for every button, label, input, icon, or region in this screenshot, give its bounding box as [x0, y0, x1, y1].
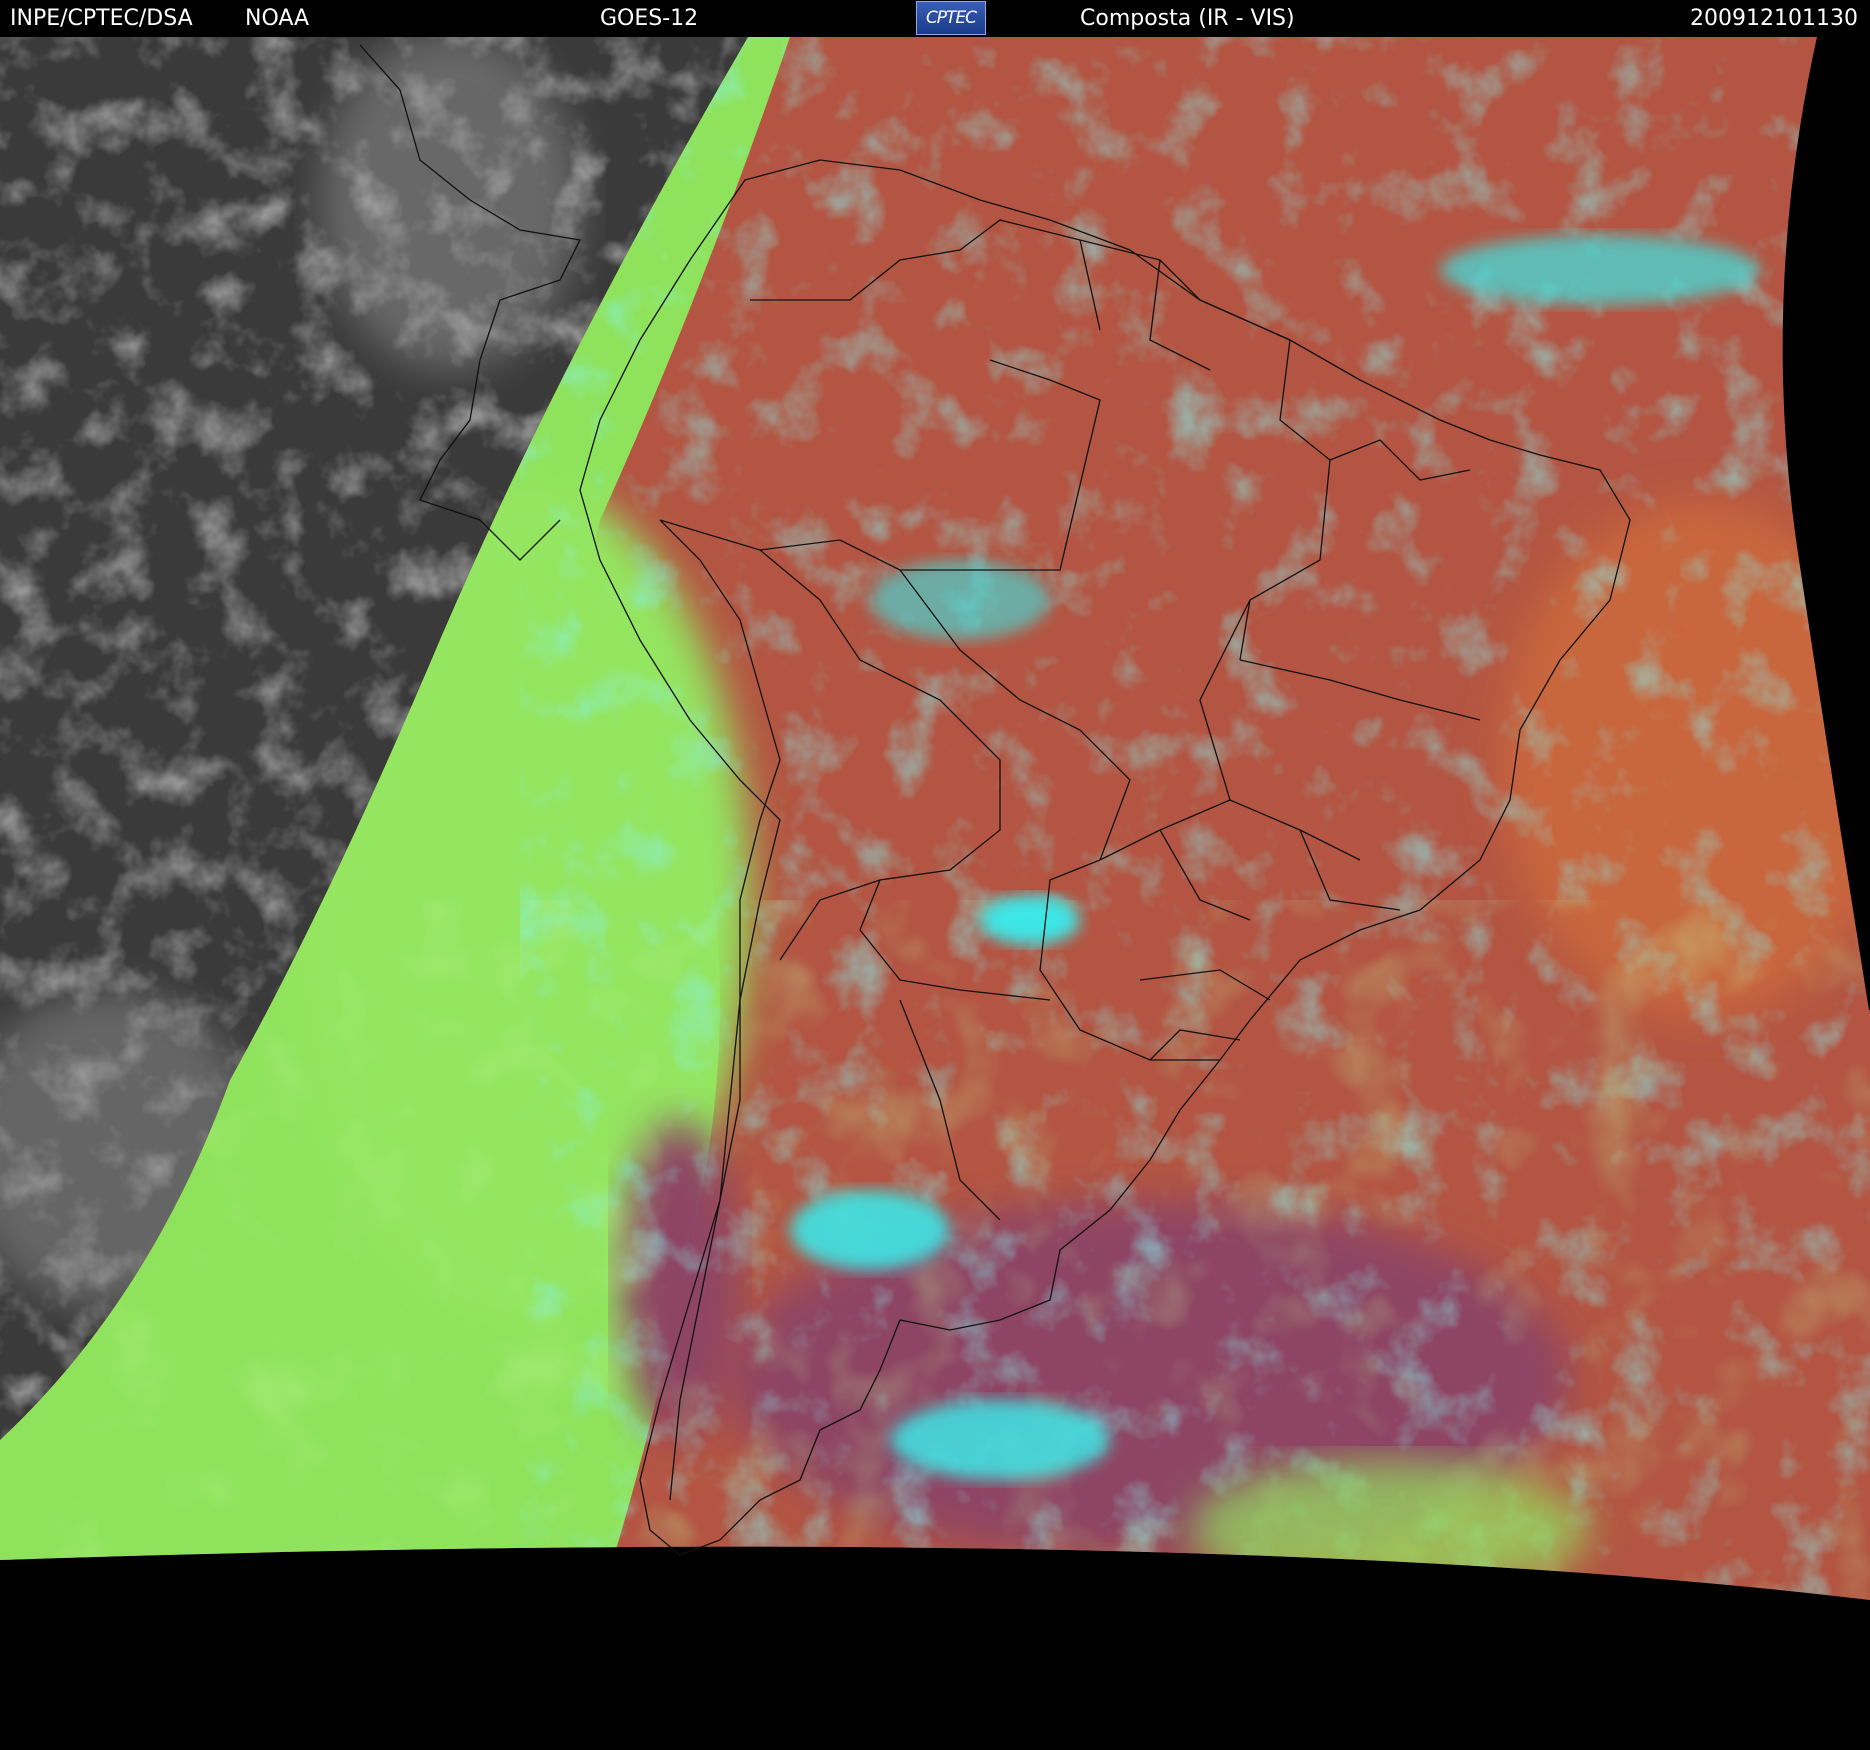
partner-label: NOAA	[245, 6, 310, 31]
cptec-logo-icon: CPTEC	[916, 1, 986, 35]
satellite-label: GOES-12	[600, 6, 699, 31]
product-label: Composta (IR - VIS)	[1080, 6, 1295, 31]
timestamp-label: 200912101130	[1690, 6, 1858, 31]
agency-label: INPE/CPTEC/DSA	[10, 6, 193, 31]
logo-text: CPTEC	[925, 8, 977, 28]
satellite-composite-map	[0, 37, 1870, 1750]
image-header: INPE/CPTEC/DSA NOAA GOES-12 CPTEC Compos…	[0, 0, 1870, 37]
